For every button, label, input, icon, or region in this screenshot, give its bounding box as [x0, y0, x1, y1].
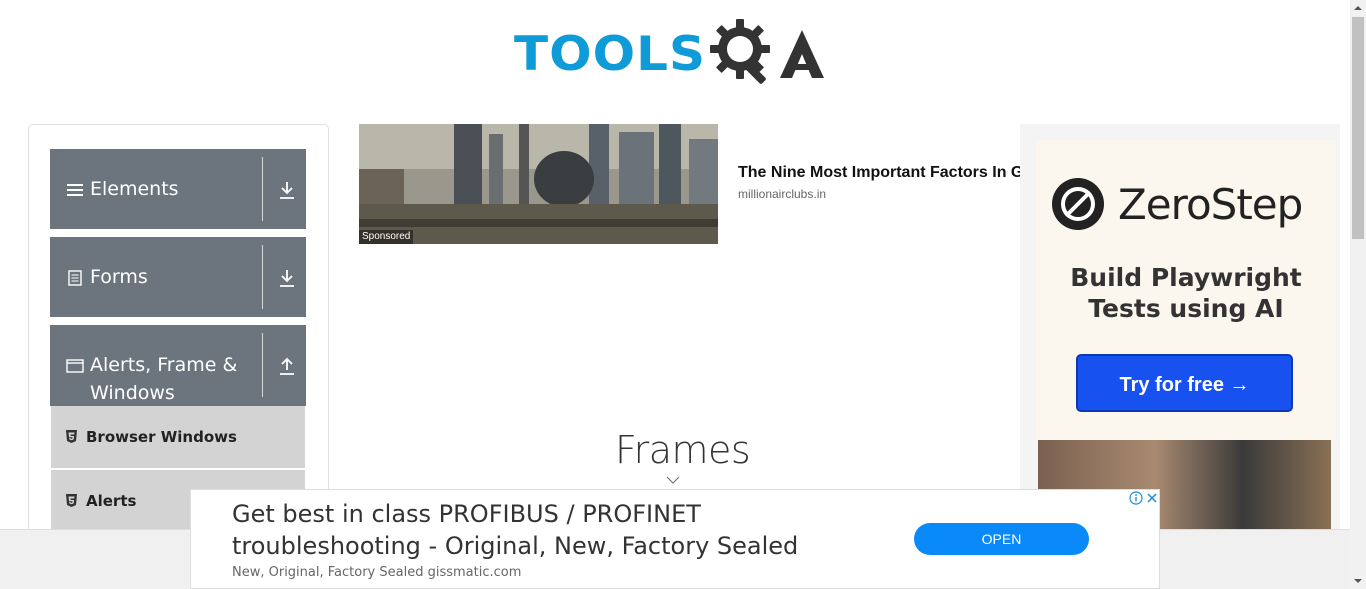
menu-item-browser-windows[interactable]: Browser Windows: [51, 406, 305, 468]
group-label: Forms: [90, 266, 148, 288]
try-for-free-button[interactable]: Try for free →: [1076, 354, 1293, 412]
logo-text: TOOLS: [514, 26, 706, 82]
scroll-up-arrow-icon[interactable]: [1350, 0, 1366, 16]
gear-magnifier-icon: [710, 19, 770, 84]
document-icon: [68, 270, 82, 286]
divider: [262, 157, 263, 221]
hamburger-icon: [67, 184, 83, 196]
right-ad[interactable]: ZeroStep Build Playwright Tests using AI…: [1020, 124, 1340, 534]
ad-info-icon[interactable]: [1129, 491, 1143, 505]
zerostep-ad-card: ZeroStep Build Playwright Tests using AI…: [1036, 140, 1336, 440]
ad-headline[interactable]: Get best in class PROFIBUS / PROFINET tr…: [232, 498, 872, 562]
window-icon: [66, 359, 84, 373]
sponsored-label: Sponsored: [359, 230, 414, 244]
chevron-down-icon: [666, 476, 680, 484]
city-skyline-image: [359, 124, 718, 244]
html5-icon: [66, 494, 77, 507]
page: TOOLS Elements Forms Alerts, Frame & Win…: [0, 0, 1366, 589]
group-header-forms[interactable]: Forms: [50, 237, 306, 317]
divider: [262, 333, 263, 397]
logo-letter-a: [780, 30, 824, 78]
ad-brand: ZeroStep: [1118, 180, 1303, 229]
group-label: Alerts, Frame & Windows: [90, 354, 238, 404]
upload-arrow-icon[interactable]: [278, 356, 296, 376]
open-button[interactable]: OPEN: [914, 523, 1089, 555]
download-arrow-icon[interactable]: [278, 180, 296, 200]
page-title: Frames: [615, 428, 751, 472]
group-header-alerts-frame-windows[interactable]: Alerts, Frame & Windows: [50, 325, 306, 406]
ad-image[interactable]: [359, 124, 718, 244]
zerostep-logo-icon: [1052, 178, 1104, 230]
vertical-scrollbar[interactable]: [1350, 0, 1366, 589]
bottom-ad[interactable]: Get best in class PROFIBUS / PROFINET tr…: [190, 489, 1160, 589]
scroll-thumb[interactable]: [1352, 17, 1364, 239]
close-icon[interactable]: [1145, 491, 1159, 505]
ad-domain: millionairclubs.in: [738, 187, 827, 201]
group-header-elements[interactable]: Elements: [50, 149, 306, 229]
menu-item-label: Browser Windows: [86, 428, 237, 446]
scroll-down-arrow-icon[interactable]: [1350, 573, 1366, 589]
html5-icon: [66, 430, 77, 443]
group-label: Elements: [90, 178, 179, 200]
ad-subline: New, Original, Factory Sealed gissmatic.…: [232, 565, 522, 580]
toolsqa-logo[interactable]: TOOLS: [514, 14, 840, 94]
menu-item-label: Alerts: [86, 492, 137, 510]
ad-tagline: Build Playwright Tests using AI: [1070, 263, 1302, 323]
divider: [262, 245, 263, 309]
ad-headline-link[interactable]: The Nine Most Important Factors In G: [738, 164, 1022, 182]
download-arrow-icon[interactable]: [278, 268, 296, 288]
